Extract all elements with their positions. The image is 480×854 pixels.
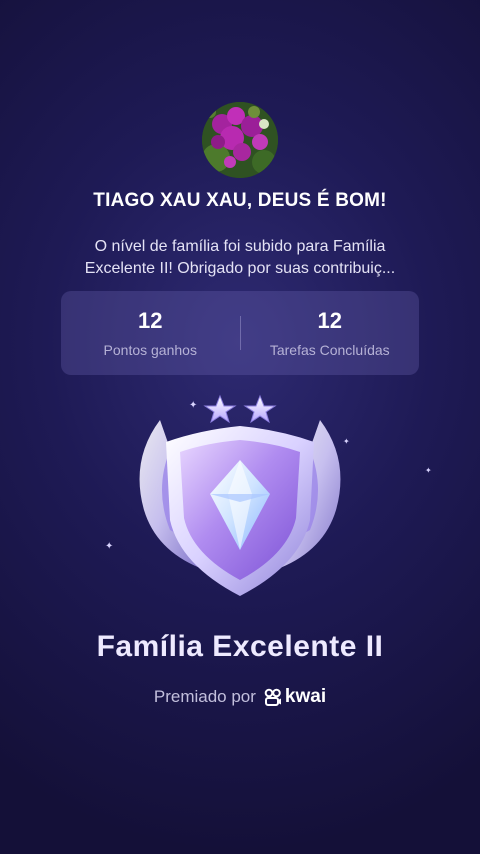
- awarded-by: Premiado por kwai: [0, 686, 480, 708]
- points-value: 12: [138, 308, 163, 333]
- level-name: Família Excelente II: [96, 630, 384, 663]
- awarded-by-label: Premiado por: [153, 687, 256, 706]
- flower-photo-avatar-icon: [202, 102, 278, 178]
- kwai-logo-icon: [264, 688, 281, 706]
- family-name: TIAGO XAU XAU, DEUS É BOM!: [93, 190, 387, 211]
- tasks-label: Tarefas Concluídas: [269, 342, 390, 358]
- message-line: O nível de família foi subido para Famíl…: [94, 238, 386, 255]
- level-up-message: O nível de família foi subido para Famíl…: [50, 236, 430, 280]
- message-line: Excelente II! Obrigado por suas contribu…: [84, 260, 396, 277]
- family-avatar[interactable]: [202, 102, 278, 178]
- points-label: Pontos ganhos: [103, 342, 197, 358]
- tasks-stat: 12 Tarefas Concluídas: [241, 308, 420, 358]
- kwai-brand-text: kwai: [284, 686, 327, 707]
- diamond-shield-badge-icon: [139, 394, 341, 596]
- stats-card: 12 Pontos ganhos 12 Tarefas Concluídas: [61, 291, 419, 375]
- sparkle-icon: ✦: [105, 541, 114, 552]
- kwai-logo: kwai: [264, 686, 326, 708]
- tasks-value: 12: [317, 308, 342, 333]
- points-stat: 12 Pontos ganhos: [61, 308, 240, 358]
- sparkle-icon: ✦: [425, 466, 432, 475]
